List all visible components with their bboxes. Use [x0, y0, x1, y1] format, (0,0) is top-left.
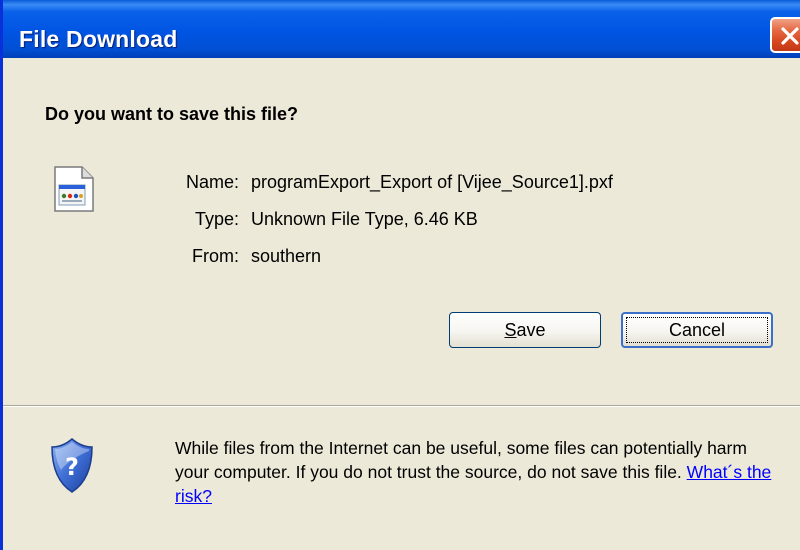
file-type-row: Type: Unknown File Type, 6.46 KB — [179, 209, 478, 230]
security-warning-text: While files from the Internet can be use… — [175, 436, 785, 508]
save-button[interactable]: Save — [449, 312, 601, 348]
security-shield-icon: ? — [51, 438, 93, 493]
file-name-row: Name: programExport_Export of [Vijee_Sou… — [179, 172, 613, 193]
svg-text:?: ? — [65, 453, 79, 481]
save-button-label: ave — [516, 320, 546, 340]
dialog-question: Do you want to save this file? — [45, 104, 299, 124]
document-file-icon — [54, 166, 94, 212]
file-download-dialog: File Download Do you want to save this f… — [0, 0, 800, 550]
type-label: Type: — [194, 209, 239, 229]
cancel-button[interactable]: Cancel — [621, 312, 773, 348]
warning-message: While files from the Internet can be use… — [175, 438, 747, 482]
from-label: From: — [192, 246, 239, 266]
cancel-button-label: Cancel — [668, 320, 726, 340]
close-button[interactable] — [770, 17, 800, 53]
name-label: Name: — [185, 172, 239, 192]
file-source-row: From: southern — [179, 246, 321, 267]
close-icon — [781, 27, 799, 45]
file-type-value: Unknown File Type, 6.46 KB — [251, 209, 478, 229]
file-name-value: programExport_Export of [Vijee_Source1].… — [251, 172, 613, 192]
window-title: File Download — [19, 26, 178, 52]
title-bar[interactable]: File Download — [3, 0, 800, 58]
save-accelerator-key: S — [504, 320, 517, 340]
separator-line — [3, 405, 800, 407]
file-source-value: southern — [251, 246, 322, 266]
